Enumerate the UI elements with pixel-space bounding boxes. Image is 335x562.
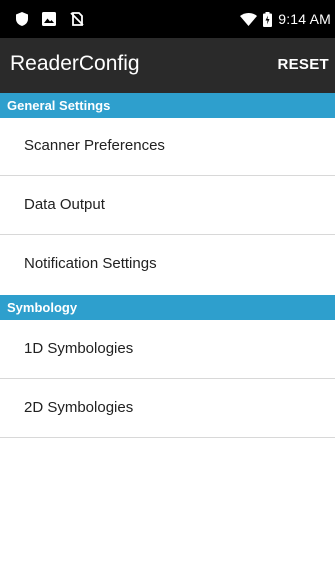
pref-item-label: Scanner Preferences [24,137,165,154]
pref-item-scanner-preferences[interactable]: Scanner Preferences [0,118,335,176]
reader-config-screen: 9:14 AM ReaderConfig RESET General Setti… [0,0,335,562]
section-header-general-settings: General Settings [0,93,335,118]
pref-item-2d-symbologies[interactable]: 2D Symbologies [0,380,335,438]
reset-button[interactable]: RESET [277,56,329,73]
pref-item-data-output[interactable]: Data Output [0,177,335,235]
battery-charging-icon [263,11,273,27]
pref-item-label: Notification Settings [24,255,157,272]
pref-item-label: 2D Symbologies [24,399,134,416]
app-bar: ReaderConfig RESET [0,38,335,93]
app-title: ReaderConfig [10,52,140,75]
pref-item-1d-symbologies[interactable]: 1D Symbologies [0,321,335,379]
status-bar-right: 9:14 AM [240,10,331,28]
status-bar: 9:14 AM [0,0,335,38]
status-time: 9:14 AM [278,11,331,27]
shield-icon [16,12,28,26]
section-header-symbology: Symbology [0,295,335,320]
no-sim-icon [70,12,84,26]
status-bar-left [16,10,84,28]
wifi-icon [240,12,258,26]
image-icon [42,12,56,26]
pref-item-label: Data Output [24,196,105,213]
pref-item-notification-settings[interactable]: Notification Settings [0,236,335,294]
pref-item-label: 1D Symbologies [24,340,134,357]
